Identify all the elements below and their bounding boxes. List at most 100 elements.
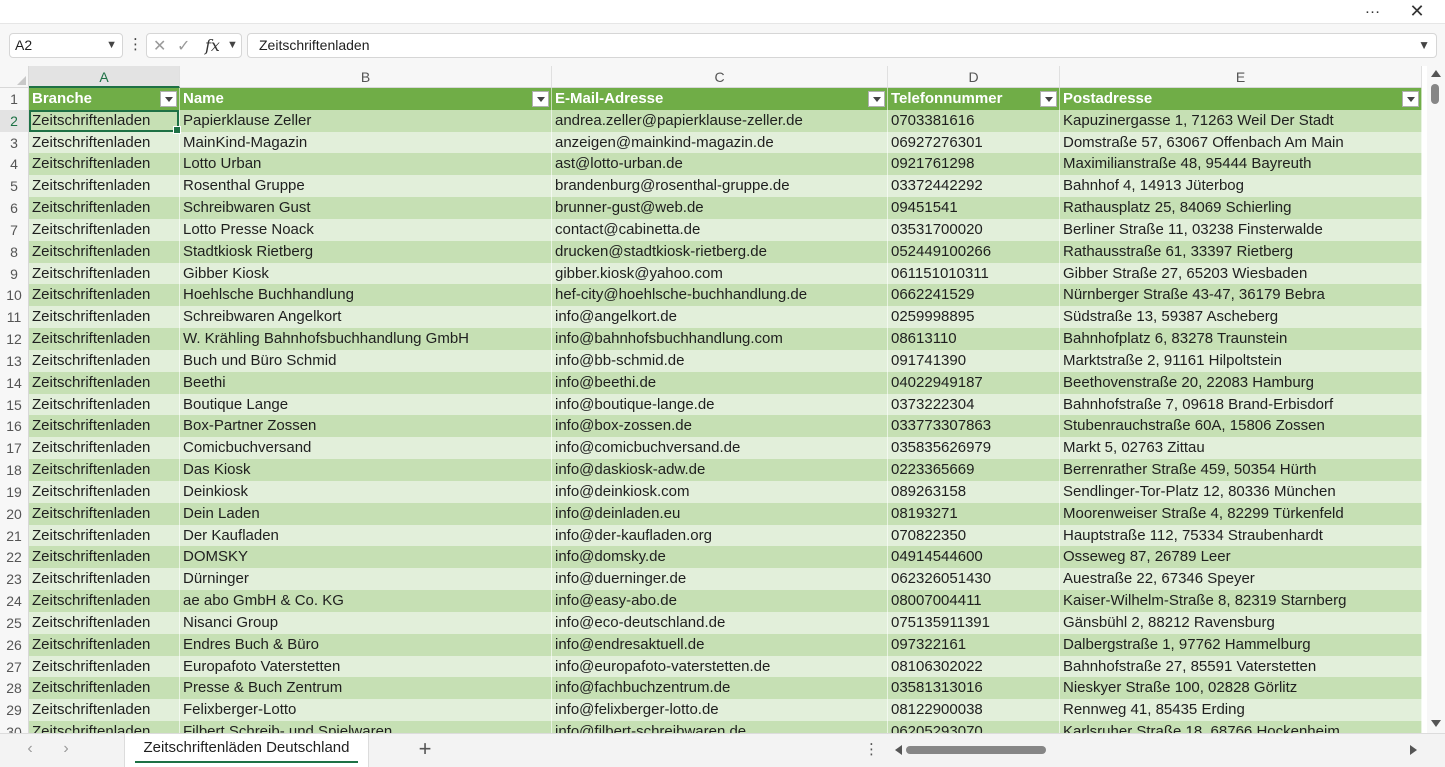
cell-phone[interactable]: 089263158 <box>888 480 1060 503</box>
expand-formula-bar-icon[interactable]: ▼ <box>1418 34 1430 57</box>
cell-address[interactable]: Kaiser-Wilhelm-Straße 8, 82319 Starnberg <box>1060 590 1422 612</box>
cell-email[interactable]: info@domsky.de <box>552 546 888 569</box>
select-all-corner[interactable] <box>0 66 29 88</box>
cell-email[interactable]: info@europafoto-vaterstetten.de <box>552 655 888 678</box>
cell-email[interactable]: info@fachbuchzentrum.de <box>552 677 888 700</box>
cell-branche[interactable]: Zeitschriftenladen <box>29 611 180 634</box>
cell-name[interactable]: Der Kaufladen <box>180 524 552 547</box>
cell-email[interactable]: info@daskiosk-adw.de <box>552 459 888 481</box>
next-sheet-icon[interactable]: › <box>58 740 74 758</box>
scroll-down-icon[interactable] <box>1431 720 1441 727</box>
row-number[interactable]: 24 <box>0 590 29 612</box>
chevron-down-icon[interactable]: ▼ <box>106 34 117 57</box>
cell-address[interactable]: Bahnhofplatz 6, 83278 Traunstein <box>1060 328 1422 350</box>
cell-branche[interactable]: Zeitschriftenladen <box>29 633 180 656</box>
cell-address[interactable]: Rathausplatz 25, 84069 Schierling <box>1060 197 1422 219</box>
header-cell-phone[interactable]: Telefonnummer <box>888 88 1060 110</box>
cell-branche[interactable]: Zeitschriftenladen <box>29 677 180 700</box>
cell-email[interactable]: brandenburg@rosenthal-gruppe.de <box>552 175 888 198</box>
cell-email[interactable]: hef-city@hoehlsche-buchhandlung.de <box>552 284 888 307</box>
row-number[interactable]: 6 <box>0 197 29 219</box>
cell-name[interactable]: Rosenthal Gruppe <box>180 175 552 198</box>
cell-phone[interactable]: 04022949187 <box>888 371 1060 394</box>
cell-email[interactable]: info@filbert-schreibwaren.de <box>552 721 888 733</box>
cell-address[interactable]: Rathausstraße 61, 33397 Rietberg <box>1060 240 1422 263</box>
cell-name[interactable]: Europafoto Vaterstetten <box>180 655 552 678</box>
formula-input[interactable]: Zeitschriftenladen ▼ <box>247 33 1437 58</box>
cell-phone[interactable]: 06205293070 <box>888 721 1060 733</box>
cell-address[interactable]: Auestraße 22, 67346 Speyer <box>1060 568 1422 591</box>
previous-sheet-icon[interactable]: ‹ <box>22 740 38 758</box>
filter-dropdown-icon[interactable] <box>160 91 177 107</box>
row-number[interactable]: 18 <box>0 459 29 481</box>
cell-name[interactable]: ae abo GmbH & Co. KG <box>180 590 552 612</box>
cell-phone[interactable]: 091741390 <box>888 349 1060 372</box>
row-number[interactable]: 7 <box>0 218 29 241</box>
cell-address[interactable]: Nieskyer Straße 100, 02828 Görlitz <box>1060 677 1422 700</box>
cell-email[interactable]: info@deinladen.eu <box>552 502 888 525</box>
cell-phone[interactable]: 08106302022 <box>888 655 1060 678</box>
horizontal-scroll-thumb[interactable] <box>906 746 1046 754</box>
cell-address[interactable]: Bahnhofstraße 7, 09618 Brand-Erbisdorf <box>1060 393 1422 416</box>
cell-email[interactable]: info@duerninger.de <box>552 568 888 591</box>
cell-address[interactable]: Beethovenstraße 20, 22083 Hamburg <box>1060 371 1422 394</box>
row-number[interactable]: 20 <box>0 502 29 525</box>
cell-phone[interactable]: 070822350 <box>888 524 1060 547</box>
cell-address[interactable]: Bahnhof 4, 14913 Jüterbog <box>1060 175 1422 198</box>
cell-branche[interactable]: Zeitschriftenladen <box>29 240 180 263</box>
cell-phone[interactable]: 035835626979 <box>888 437 1060 460</box>
cell-name[interactable]: Endres Buch & Büro <box>180 633 552 656</box>
header-cell-branche[interactable]: Branche <box>29 88 180 110</box>
close-icon[interactable]: ✕ <box>1406 1 1428 21</box>
scroll-left-icon[interactable] <box>895 745 902 755</box>
cell-name[interactable]: MainKind-Magazin <box>180 131 552 154</box>
cell-name[interactable]: Beethi <box>180 371 552 394</box>
cell-phone[interactable]: 0921761298 <box>888 153 1060 176</box>
cell-branche[interactable]: Zeitschriftenladen <box>29 502 180 525</box>
cell-branche[interactable]: Zeitschriftenladen <box>29 197 180 219</box>
row-number[interactable]: 13 <box>0 349 29 372</box>
cell-phone[interactable]: 075135911391 <box>888 611 1060 634</box>
insert-function-icon[interactable]: fx <box>205 36 220 55</box>
cell-email[interactable]: info@angelkort.de <box>552 306 888 329</box>
cell-email[interactable]: info@endresaktuell.de <box>552 633 888 656</box>
cell-address[interactable]: Stubenrauchstraße 60A, 15806 Zossen <box>1060 415 1422 438</box>
filter-dropdown-icon[interactable] <box>532 91 549 107</box>
row-number[interactable]: 21 <box>0 524 29 547</box>
cell-branche[interactable]: Zeitschriftenladen <box>29 437 180 460</box>
formula-bar-options-icon[interactable]: ⋮ <box>128 36 143 56</box>
row-number[interactable]: 26 <box>0 633 29 656</box>
row-number[interactable]: 8 <box>0 240 29 263</box>
cell-name[interactable]: Papierklause Zeller <box>180 109 552 132</box>
row-number[interactable]: 2 <box>0 109 29 132</box>
cell-name[interactable]: Lotto Presse Noack <box>180 218 552 241</box>
cell-branche[interactable]: Zeitschriftenladen <box>29 459 180 481</box>
cell-name[interactable]: Box-Partner Zossen <box>180 415 552 438</box>
cell-address[interactable]: Karlsruher Straße 18, 68766 Hockenheim <box>1060 721 1422 733</box>
row-number[interactable]: 19 <box>0 480 29 503</box>
cell-name[interactable]: DOMSKY <box>180 546 552 569</box>
cell-branche[interactable]: Zeitschriftenladen <box>29 371 180 394</box>
cell-address[interactable]: Südstraße 13, 59387 Ascheberg <box>1060 306 1422 329</box>
cell-branche[interactable]: Zeitschriftenladen <box>29 415 180 438</box>
row-number[interactable]: 25 <box>0 611 29 634</box>
cancel-icon[interactable]: ✕ <box>153 36 166 56</box>
cell-email[interactable]: drucken@stadtkiosk-rietberg.de <box>552 240 888 263</box>
cell-branche[interactable]: Zeitschriftenladen <box>29 699 180 722</box>
cell-email[interactable]: info@bb-schmid.de <box>552 349 888 372</box>
scroll-right-icon[interactable] <box>1410 745 1417 755</box>
cell-branche[interactable]: Zeitschriftenladen <box>29 480 180 503</box>
enter-check-icon[interactable]: ✓ <box>177 36 190 56</box>
row-number[interactable]: 17 <box>0 437 29 460</box>
row-number[interactable]: 14 <box>0 371 29 394</box>
more-options-icon[interactable]: … <box>1362 1 1384 20</box>
cell-name[interactable]: Dein Laden <box>180 502 552 525</box>
cell-name[interactable]: Buch und Büro Schmid <box>180 349 552 372</box>
cell-branche[interactable]: Zeitschriftenladen <box>29 306 180 329</box>
cell-phone[interactable]: 03372442292 <box>888 175 1060 198</box>
cell-branche[interactable]: Zeitschriftenladen <box>29 590 180 612</box>
row-number[interactable]: 9 <box>0 262 29 285</box>
cell-address[interactable]: Rennweg 41, 85435 Erding <box>1060 699 1422 722</box>
scroll-thumb[interactable] <box>1431 84 1439 104</box>
cell-email[interactable]: info@deinkiosk.com <box>552 480 888 503</box>
